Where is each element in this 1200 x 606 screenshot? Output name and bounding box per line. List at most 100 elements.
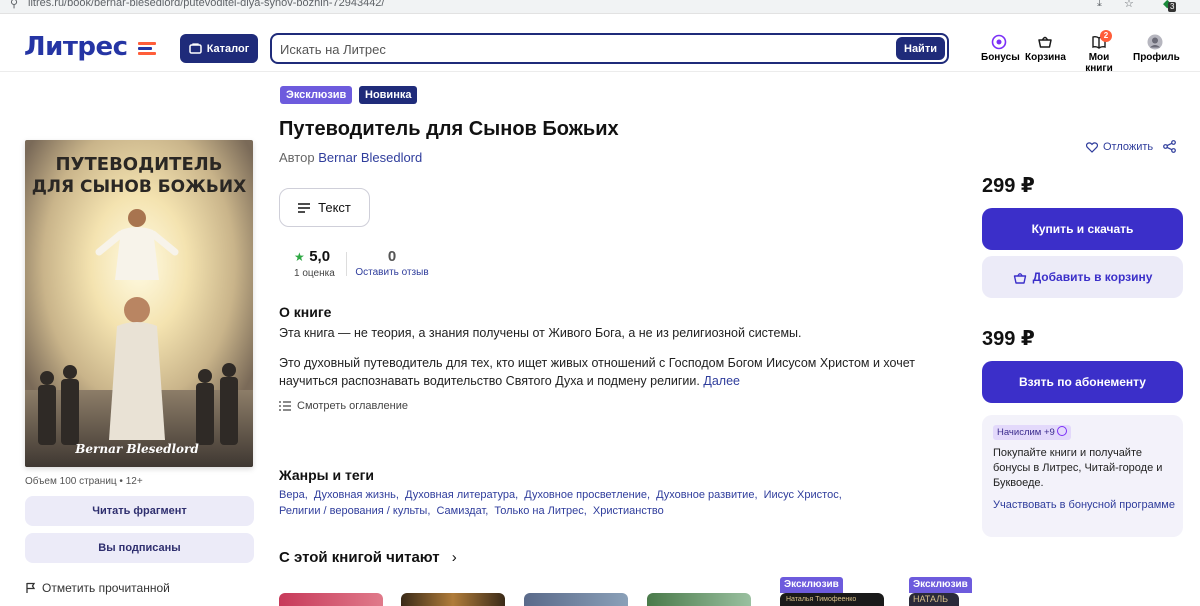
price-buy: 299 ₽ bbox=[982, 175, 1035, 197]
author-prefix: Автор bbox=[279, 150, 315, 165]
heart-icon bbox=[1086, 141, 1098, 153]
cart-icon bbox=[1025, 34, 1065, 52]
related-tag-exclusive: Эксклюзив bbox=[780, 577, 843, 593]
book-author: Автор Bernar Blesedlord bbox=[279, 150, 422, 165]
also-read-heading[interactable]: С этой книгой читают › bbox=[279, 549, 457, 566]
price-subscription: 399 ₽ bbox=[982, 328, 1035, 350]
about-heading: О книге bbox=[279, 304, 332, 320]
book-title: Путеводитель для Сынов Божьих bbox=[279, 118, 619, 140]
subscription-button[interactable]: Взять по абонементу bbox=[982, 361, 1183, 403]
related-book-thumb[interactable] bbox=[647, 593, 751, 606]
catalog-icon bbox=[188, 43, 202, 54]
tag-exclusive[interactable]: Эксклюзив bbox=[280, 86, 353, 104]
bonus-coin-icon bbox=[1057, 426, 1068, 436]
bonus-chip-label: Начислим +9 bbox=[997, 427, 1055, 438]
nav-my-books[interactable]: 2 Мои книги bbox=[1074, 30, 1124, 74]
postpone-label: Отложить bbox=[1103, 141, 1154, 153]
bonus-program-link[interactable]: Участвовать в бонусной программе bbox=[993, 498, 1177, 513]
related-book-thumb[interactable]: НАТАЛЬ bbox=[909, 593, 959, 606]
related-tag-exclusive: Эксклюзив bbox=[909, 577, 972, 593]
genre-link[interactable]: Духовное развитие, bbox=[656, 489, 757, 501]
cover-image: ПУТЕВОДИТЕЛЬ ДЛЯ СЫНОВ БОЖЬИХ Bernar Ble… bbox=[25, 140, 253, 467]
text-format-icon bbox=[298, 202, 311, 213]
search-box: Найти bbox=[270, 33, 949, 64]
genre-link[interactable]: Только на Литрес, bbox=[494, 505, 586, 517]
mark-read-label: Отметить прочитанной bbox=[42, 581, 170, 595]
genre-link[interactable]: Духовное просветление, bbox=[524, 489, 650, 501]
add-to-cart-button[interactable]: Добавить в корзину bbox=[982, 256, 1183, 298]
about-paragraph-2: Это духовный путеводитель для тех, кто и… bbox=[279, 354, 929, 390]
search-input[interactable] bbox=[280, 40, 880, 58]
chevron-right-icon: › bbox=[451, 549, 457, 566]
reviews-block[interactable]: 0 Оставить отзыв bbox=[355, 248, 429, 278]
nav-cart-label: Корзина bbox=[1025, 52, 1066, 63]
my-books-count-badge: 2 bbox=[1100, 30, 1112, 42]
rating-value: 5,0 bbox=[309, 248, 331, 265]
catalog-label: Каталог bbox=[206, 42, 250, 55]
related-book-thumb[interactable] bbox=[524, 593, 628, 606]
genres-list: Вера, Духовная жизнь, Духовная литератур… bbox=[279, 488, 899, 519]
about-paragraph-1: Эта книга — не теория, а знания получены… bbox=[279, 326, 802, 340]
related-book-thumb[interactable] bbox=[401, 593, 505, 606]
search-button[interactable]: Найти bbox=[896, 37, 945, 60]
read-more-link[interactable]: Далее bbox=[703, 374, 740, 388]
cover-title-line2: ДЛЯ СЫНОВ БОЖЬИХ bbox=[32, 177, 246, 197]
litres-logo[interactable]: Литрес bbox=[24, 32, 128, 62]
nav-profile[interactable]: Профиль bbox=[1133, 34, 1180, 63]
about-paragraph-2-text: Это духовный путеводитель для тех, кто и… bbox=[279, 356, 915, 388]
browser-address-bar[interactable]: ⚲ litres.ru/book/bernar-blesedlord/putev… bbox=[0, 0, 1200, 14]
logo-mark-icon bbox=[138, 42, 156, 56]
site-info-icon[interactable]: ⚲ bbox=[10, 0, 18, 10]
buy-download-button[interactable]: Купить и скачать bbox=[982, 208, 1183, 250]
nav-bonuses-label: Бонусы bbox=[981, 52, 1020, 63]
star-icon: ★ bbox=[294, 250, 305, 264]
genre-link[interactable]: Вера, bbox=[279, 489, 308, 501]
related-book-thumb[interactable] bbox=[279, 593, 383, 606]
bonus-description: Покупайте книги и получайте бонусы в Лит… bbox=[993, 447, 1163, 489]
genre-link[interactable]: Духовная жизнь, bbox=[314, 489, 399, 501]
postpone-button[interactable]: Отложить bbox=[1086, 141, 1153, 153]
page-count: Объем 100 страниц bbox=[25, 476, 117, 487]
format-text-button[interactable]: Текст bbox=[279, 188, 370, 227]
books-icon bbox=[1074, 34, 1124, 52]
tag-new[interactable]: Новинка bbox=[359, 86, 418, 104]
also-read-label: С этой книгой читают bbox=[279, 549, 440, 566]
nav-bonuses[interactable]: Бонусы bbox=[981, 34, 1020, 63]
nav-my-books-label: Мои книги bbox=[1085, 52, 1113, 74]
genre-link[interactable]: Духовная литература, bbox=[405, 489, 518, 501]
site-header: Литрес Каталог Найти Бонусы Корзина 2 Мо… bbox=[0, 14, 1200, 74]
nav-profile-label: Профиль bbox=[1133, 52, 1180, 63]
related-thumb-caption: Наталья Тимофеенко bbox=[786, 596, 857, 603]
toc-label: Смотреть оглавление bbox=[297, 400, 409, 412]
add-to-cart-label: Добавить в корзину bbox=[1032, 270, 1153, 284]
extension-count-badge: 3 bbox=[1168, 2, 1177, 12]
related-thumb-caption: НАТАЛЬ bbox=[913, 594, 949, 604]
author-link[interactable]: Bernar Blesedlord bbox=[318, 150, 422, 165]
mark-read-button[interactable]: Отметить прочитанной bbox=[25, 581, 170, 595]
subscribed-button[interactable]: Вы подписаны bbox=[25, 533, 254, 563]
format-label: Текст bbox=[318, 200, 351, 215]
genres-heading: Жанры и теги bbox=[279, 467, 375, 483]
related-book-thumb[interactable]: Наталья Тимофеенко bbox=[780, 593, 884, 606]
bonus-chip: Начислим +9 bbox=[993, 425, 1072, 440]
flag-icon bbox=[26, 582, 36, 593]
catalog-button[interactable]: Каталог bbox=[180, 34, 258, 63]
url-text[interactable]: litres.ru/book/bernar-blesedlord/putevod… bbox=[28, 0, 385, 9]
read-fragment-button[interactable]: Читать фрагмент bbox=[25, 496, 254, 526]
nav-cart[interactable]: Корзина bbox=[1025, 34, 1066, 63]
share-icon[interactable] bbox=[1163, 140, 1176, 156]
book-cover[interactable]: ПУТЕВОДИТЕЛЬ ДЛЯ СЫНОВ БОЖЬИХ Bernar Ble… bbox=[25, 140, 253, 467]
bookmark-star-icon[interactable]: ☆ bbox=[1124, 0, 1134, 10]
genre-link[interactable]: Самиздат, bbox=[436, 505, 488, 517]
genre-link[interactable]: Христианство bbox=[593, 505, 664, 517]
download-icon[interactable]: ⤓ bbox=[1097, 0, 1102, 10]
list-icon bbox=[279, 401, 291, 411]
toc-link[interactable]: Смотреть оглавление bbox=[279, 400, 408, 412]
book-meta: Объем 100 страниц • 12+ bbox=[25, 476, 143, 487]
genre-link[interactable]: Иисус Христос, bbox=[764, 489, 842, 501]
genre-link[interactable]: Религии / верования / культы, bbox=[279, 505, 430, 517]
reviews-count: 0 bbox=[387, 248, 397, 265]
rating-block[interactable]: ★ 5,0 1 оценка bbox=[294, 248, 335, 279]
cover-title-line1: ПУТЕВОДИТЕЛЬ bbox=[56, 154, 223, 175]
leave-review-link[interactable]: Оставить отзыв bbox=[355, 267, 429, 278]
